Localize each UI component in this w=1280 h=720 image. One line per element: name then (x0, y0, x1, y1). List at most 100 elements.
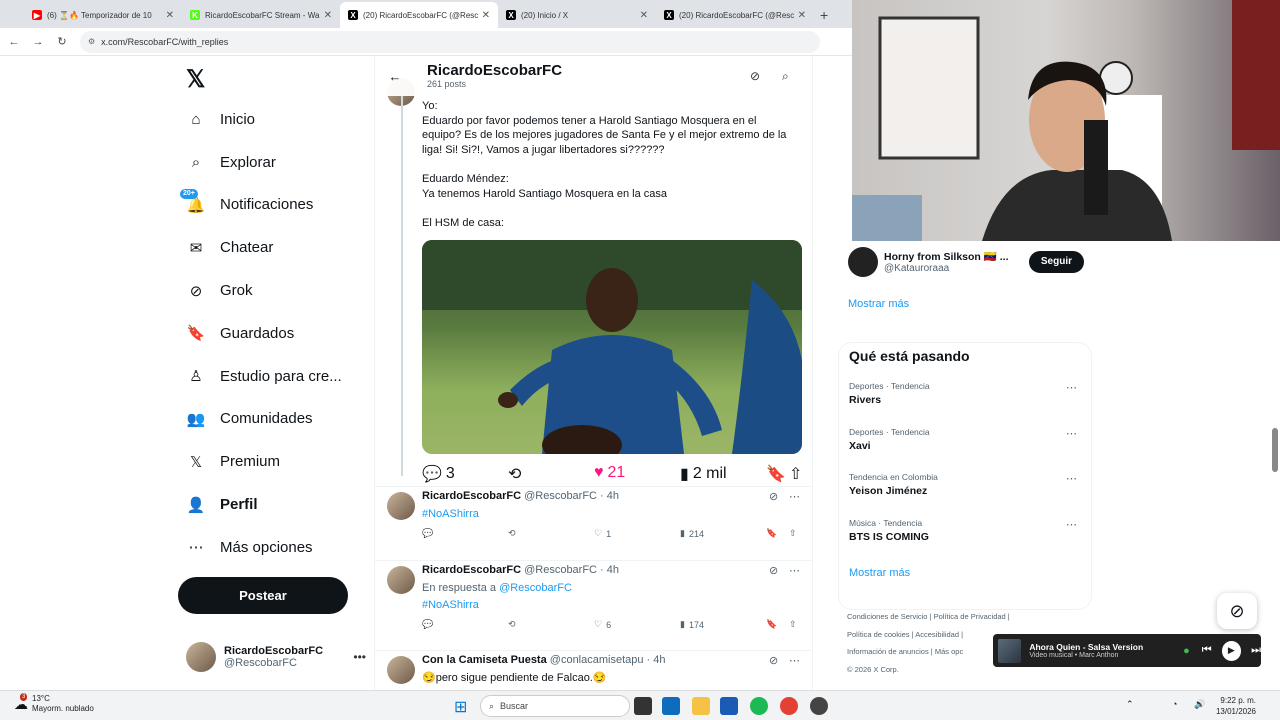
browser-tab[interactable]: ▶ (6) ⏳🔥 Temporizador de 10 ✕ (24, 2, 182, 28)
trend-item[interactable]: Música · Tendencia BTS IS COMING ⋯ (849, 518, 1085, 543)
nav-item[interactable]: 🔖 Guardados (176, 312, 366, 355)
nav-item[interactable]: 👤 Perfil (176, 483, 366, 526)
new-tab-button[interactable]: + (814, 2, 834, 28)
post-image[interactable] (422, 240, 802, 454)
previous-icon[interactable]: ⏮ (1202, 644, 1212, 657)
weather-widget[interactable]: ☁ 3 13°C Mayorm. nublado (14, 692, 94, 714)
views-button[interactable]: ▮ 214 (680, 528, 704, 539)
taskbar-search[interactable]: ⌕ Buscar (480, 695, 630, 717)
next-icon[interactable]: ⏭ (1251, 644, 1261, 657)
tray-chevron-icon[interactable]: ⌃ (1126, 699, 1134, 710)
footer-link[interactable]: Información de anuncios (847, 647, 929, 656)
views-button[interactable]: ▮ 174 (680, 619, 704, 630)
task-view-icon[interactable] (634, 697, 652, 715)
close-tab-icon[interactable]: ✕ (482, 10, 490, 21)
search-icon[interactable]: ⌕ (782, 69, 789, 84)
footer-link[interactable]: Accesibilidad (915, 630, 959, 639)
more-dots-icon[interactable]: ⋯ (1066, 381, 1077, 394)
more-dots-icon[interactable]: ⋯ (789, 654, 800, 667)
play-button[interactable]: ▶ (1221, 640, 1242, 661)
more-dots-icon[interactable]: ••• (353, 650, 366, 664)
trends-show-more-link[interactable]: Mostrar más (849, 567, 910, 579)
forward-arrow-icon[interactable]: → (26, 36, 50, 48)
tweet-text[interactable]: #NoAShirra (422, 597, 479, 613)
post-button[interactable]: Postear (178, 577, 348, 614)
url-field[interactable]: ⚙ x.com/RescobarFC/with_replies (80, 30, 820, 53)
close-tab-icon[interactable]: ✕ (640, 10, 648, 21)
back-arrow-icon[interactable]: ← (375, 69, 415, 84)
share-button[interactable]: ⇧ (789, 464, 802, 484)
footer-link[interactable]: Política de cookies (847, 630, 910, 639)
bookmark-button[interactable]: 🔖 (766, 619, 777, 630)
repost-button[interactable]: ⟲ (508, 464, 521, 484)
obs-icon[interactable] (810, 697, 828, 715)
more-dots-icon[interactable]: ⋯ (789, 490, 800, 503)
more-dots-icon[interactable]: ⋯ (1066, 518, 1077, 531)
reload-icon[interactable]: ↻ (50, 35, 74, 48)
tweet-author[interactable]: RicardoEscobarFC (422, 564, 521, 576)
reply-button[interactable]: 💬 (422, 619, 433, 630)
tweet-text[interactable]: #NoAShirra (422, 506, 479, 522)
reply-button[interactable]: 💬 3 (422, 464, 455, 484)
footer-link[interactable]: Más opc (935, 647, 963, 656)
close-tab-icon[interactable]: ✕ (166, 10, 174, 21)
views-button[interactable]: ▮ 2 mil (680, 464, 727, 484)
like-button[interactable]: ♡ 1 (594, 528, 611, 539)
copilot-icon[interactable] (662, 697, 680, 715)
like-button[interactable]: ♥ 21 (594, 464, 625, 482)
nav-item[interactable]: ⌕ Explorar (176, 141, 366, 184)
browser-tab[interactable]: K RicardoEscobarFC Stream - Wa ✕ (182, 2, 340, 28)
tweet-author[interactable]: Con la Camiseta Puesta (422, 654, 547, 666)
nav-item[interactable]: ✉ Chatear (176, 226, 366, 269)
nav-item[interactable]: 👥 Comunidades (176, 398, 366, 441)
browser-tab[interactable]: X (20) RicardoEscobarFC (@Resc ✕ (340, 2, 498, 28)
bookmark-button[interactable]: 🔖 (766, 528, 777, 539)
bookmark-button[interactable]: 🔖 (766, 464, 786, 484)
nav-item[interactable]: 🔔 20+ Notificaciones (176, 184, 366, 227)
back-arrow-icon[interactable]: ← (2, 36, 26, 48)
clock[interactable]: 9:22 p. m. 13/01/2026 (1216, 695, 1256, 717)
site-info-icon[interactable]: ⚙ (88, 37, 95, 46)
grok-icon[interactable]: ⊘ (750, 69, 760, 83)
tweet[interactable]: Con la Camiseta Puesta @conlacamisetapu … (375, 652, 812, 690)
who-to-follow-item[interactable]: Horny from Silkson 🇻🇪 ... @Katauroraaa S… (848, 246, 1084, 278)
trend-item[interactable]: Tendencia en Colombia Yeison Jiménez ⋯ (849, 472, 1085, 497)
file-explorer-icon[interactable] (692, 697, 710, 715)
browser-tab[interactable]: X (20) RicardoEscobarFC (@Resc ✕ (656, 2, 814, 28)
volume-icon[interactable]: 🔊 (1194, 699, 1205, 710)
spotify-icon[interactable] (750, 697, 768, 715)
trend-item[interactable]: Deportes · Tendencia Rivers ⋯ (849, 381, 1085, 406)
windows-start-icon[interactable]: ⊞ (454, 697, 472, 716)
show-more-link[interactable]: Mostrar más (848, 298, 909, 310)
nav-item[interactable]: ♙ Estudio para cre... (176, 355, 366, 398)
more-dots-icon[interactable]: ⋯ (1066, 427, 1077, 440)
trend-item[interactable]: Deportes · Tendencia Xavi ⋯ (849, 427, 1085, 452)
reply-button[interactable]: 💬 (422, 528, 433, 539)
grok-icon[interactable]: ⊘ (769, 490, 778, 503)
store-icon[interactable] (720, 697, 738, 715)
reply-mention-link[interactable]: @RescobarFC (499, 582, 572, 594)
scrollbar[interactable] (1272, 428, 1278, 472)
footer-link[interactable]: Condiciones de Servicio (847, 612, 927, 621)
follow-button[interactable]: Seguir (1028, 251, 1084, 273)
x-logo-icon[interactable]: 𝕏 (176, 60, 366, 98)
repost-button[interactable]: ⟲ (508, 528, 516, 539)
nav-item[interactable]: ⋯ Más opciones (176, 526, 366, 569)
grok-icon[interactable]: ⊘ (769, 564, 778, 577)
grok-floating-button[interactable]: ⊘ (1217, 593, 1257, 629)
wifi-icon[interactable]: ◔ (1172, 699, 1177, 709)
chrome-icon[interactable] (780, 697, 798, 715)
browser-tab[interactable]: X (20) Inicio / X ✕ (498, 2, 656, 28)
nav-item[interactable]: ⊘ Grok (176, 269, 366, 312)
more-dots-icon[interactable]: ⋯ (789, 564, 800, 577)
tweet[interactable]: RicardoEscobarFC @RescobarFC · 4h ⊘ ⋯ En re… (375, 562, 812, 651)
like-button[interactable]: ♡ 6 (594, 619, 611, 630)
account-switcher[interactable]: RicardoEscobarFC @RescobarFC ••• (186, 640, 366, 674)
footer-link[interactable]: Política de Privacidad (934, 612, 1006, 621)
tweet[interactable]: RicardoEscobarFC @RescobarFC · 4h ⊘ ⋯ #NoAS… (375, 488, 812, 562)
share-button[interactable]: ⇧ (789, 619, 797, 630)
tweet-author[interactable]: RicardoEscobarFC (422, 490, 521, 502)
share-button[interactable]: ⇧ (789, 528, 797, 539)
repost-button[interactable]: ⟲ (508, 619, 516, 630)
close-tab-icon[interactable]: ✕ (324, 10, 332, 21)
